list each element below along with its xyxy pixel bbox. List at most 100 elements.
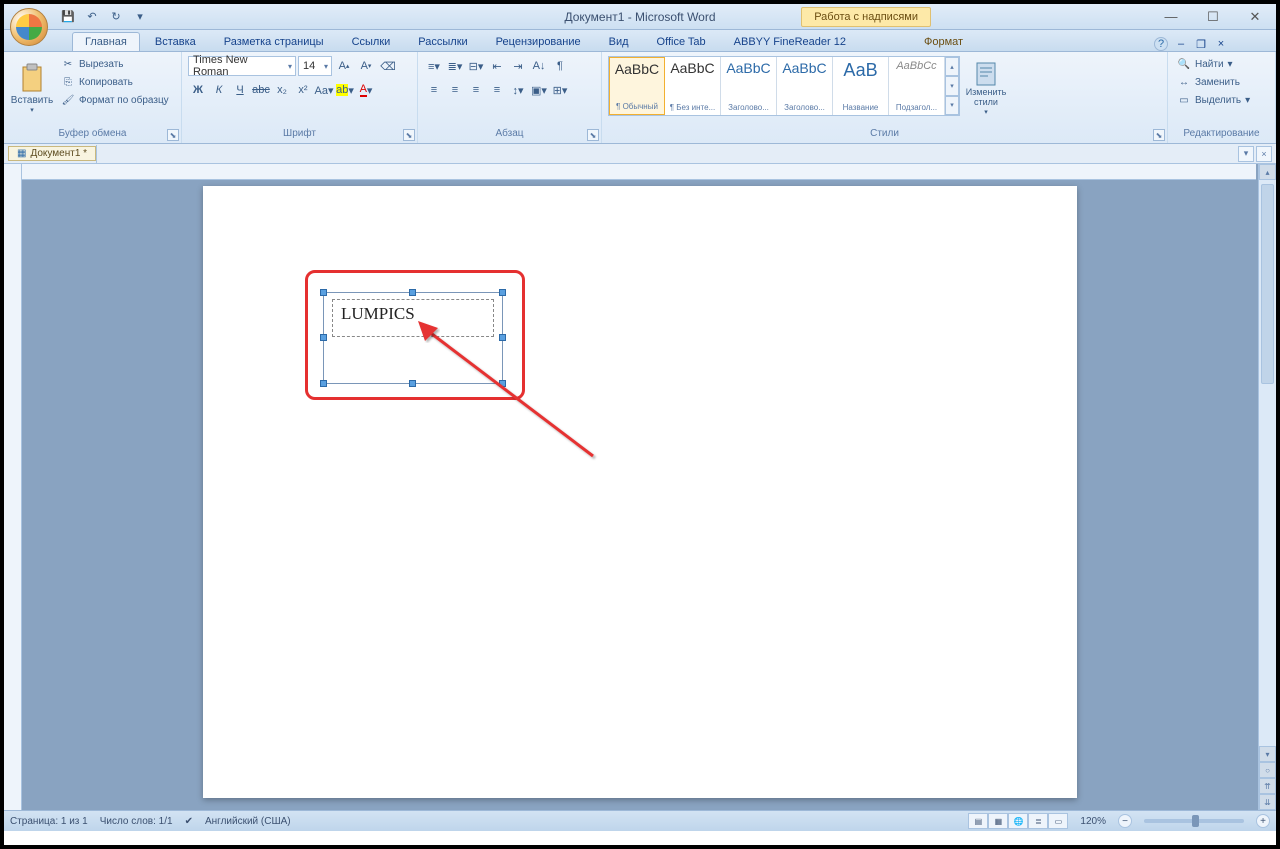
style-normal[interactable]: AaBbC¶ Обычный	[609, 57, 665, 115]
resize-handle[interactable]	[409, 289, 416, 296]
cut-button[interactable]: ✂Вырезать	[58, 56, 172, 72]
mdi-minimize-icon[interactable]: –	[1174, 37, 1188, 51]
draft-view[interactable]: ▭	[1048, 813, 1068, 829]
style-heading2[interactable]: AaBbCЗаголово...	[777, 57, 833, 115]
zoom-slider[interactable]	[1144, 819, 1244, 823]
mdi-close-icon[interactable]: ×	[1214, 37, 1228, 51]
scrollbar-thumb[interactable]	[1261, 184, 1274, 384]
resize-handle[interactable]	[320, 380, 327, 387]
font-color-button[interactable]: A▾	[356, 80, 376, 100]
tab-view[interactable]: Вид	[596, 32, 642, 51]
font-size-combo[interactable]: 14	[298, 56, 332, 76]
prev-page[interactable]: ⇈	[1259, 778, 1276, 794]
tab-home[interactable]: Главная	[72, 32, 140, 51]
word-count[interactable]: Число слов: 1/1	[100, 816, 173, 827]
bold-button[interactable]: Ж	[188, 80, 208, 100]
increase-indent-button[interactable]: ⇥	[508, 56, 528, 76]
styles-launcher[interactable]: ⬊	[1153, 129, 1165, 141]
underline-button[interactable]: Ч	[230, 80, 250, 100]
resize-handle[interactable]	[499, 380, 506, 387]
zoom-level[interactable]: 120%	[1080, 816, 1106, 827]
change-case-button[interactable]: Aa▾	[314, 80, 334, 100]
qat-menu[interactable]: ▾	[130, 7, 150, 27]
align-right-button[interactable]: ≡	[466, 80, 486, 100]
copy-button[interactable]: ⎘Копировать	[58, 74, 172, 90]
web-view[interactable]: 🌐	[1008, 813, 1028, 829]
change-styles-button[interactable]: Изменить стили▾	[964, 56, 1008, 120]
redo-button[interactable]: ↻	[106, 7, 126, 27]
fullscreen-view[interactable]: ▦	[988, 813, 1008, 829]
justify-button[interactable]: ≡	[487, 80, 507, 100]
language-indicator[interactable]: Английский (США)	[205, 816, 291, 827]
ruler-vertical[interactable]	[4, 164, 22, 810]
next-page[interactable]: ⇊	[1259, 794, 1276, 810]
close-button[interactable]: ✕	[1234, 6, 1276, 28]
highlight-button[interactable]: ab▾	[335, 80, 355, 100]
tab-insert[interactable]: Вставка	[142, 32, 209, 51]
resize-handle[interactable]	[320, 334, 327, 341]
find-button[interactable]: 🔍Найти ▾	[1174, 56, 1269, 72]
font-launcher[interactable]: ⬊	[403, 129, 415, 141]
scrollbar-vertical[interactable]: ▴ ▾ ○ ⇈ ⇊	[1258, 164, 1276, 810]
doctab-close[interactable]: ×	[1256, 146, 1272, 162]
page-indicator[interactable]: Страница: 1 из 1	[10, 816, 88, 827]
font-name-combo[interactable]: Times New Roman	[188, 56, 296, 76]
grow-font-button[interactable]: A▴	[334, 56, 354, 76]
tab-format[interactable]: Формат	[911, 32, 976, 51]
gallery-scroll[interactable]: ▴▾▾	[945, 57, 959, 115]
style-title[interactable]: АаВНазвание	[833, 57, 889, 115]
shading-button[interactable]: ▣▾	[529, 80, 549, 100]
ruler-horizontal[interactable]	[22, 164, 1256, 180]
paste-button[interactable]: Вставить▾	[10, 56, 54, 120]
shrink-font-button[interactable]: A▾	[356, 56, 376, 76]
align-center-button[interactable]: ≡	[445, 80, 465, 100]
paragraph-launcher[interactable]: ⬊	[587, 129, 599, 141]
decrease-indent-button[interactable]: ⇤	[487, 56, 507, 76]
style-subtitle[interactable]: AaBbCcПодзагол...	[889, 57, 945, 115]
bullets-button[interactable]: ≡▾	[424, 56, 444, 76]
outline-view[interactable]: ≣	[1028, 813, 1048, 829]
italic-button[interactable]: К	[209, 80, 229, 100]
page[interactable]: LUMPICS	[203, 186, 1077, 798]
subscript-button[interactable]: x₂	[272, 80, 292, 100]
print-layout-view[interactable]: ▤	[968, 813, 988, 829]
tab-review[interactable]: Рецензирование	[483, 32, 594, 51]
style-nospace[interactable]: AaBbC¶ Без инте...	[665, 57, 721, 115]
scroll-up[interactable]: ▴	[1259, 164, 1276, 180]
multilevel-button[interactable]: ⊟▾	[466, 56, 486, 76]
numbering-button[interactable]: ≣▾	[445, 56, 465, 76]
strike-button[interactable]: abc	[251, 80, 271, 100]
undo-button[interactable]: ↶	[82, 7, 102, 27]
document-area[interactable]: LUMPICS	[22, 164, 1258, 810]
tab-refs[interactable]: Ссылки	[339, 32, 404, 51]
doctab-menu[interactable]: ▾	[1238, 146, 1254, 162]
resize-handle[interactable]	[409, 380, 416, 387]
zoom-out-button[interactable]: −	[1118, 814, 1132, 828]
document-tab[interactable]: ▦ Документ1 *	[8, 146, 96, 161]
resize-handle[interactable]	[499, 289, 506, 296]
align-left-button[interactable]: ≡	[424, 80, 444, 100]
style-heading1[interactable]: AaBbCЗаголово...	[721, 57, 777, 115]
office-button[interactable]	[10, 8, 48, 46]
textbox-content[interactable]: LUMPICS	[332, 299, 494, 337]
tab-office[interactable]: Office Tab	[644, 32, 719, 51]
minimize-button[interactable]: —	[1150, 6, 1192, 28]
maximize-button[interactable]: ☐	[1192, 6, 1234, 28]
format-painter-button[interactable]: 🖌Формат по образцу	[58, 92, 172, 108]
zoom-in-button[interactable]: +	[1256, 814, 1270, 828]
tab-layout[interactable]: Разметка страницы	[211, 32, 337, 51]
textbox-shape[interactable]: LUMPICS	[323, 292, 503, 384]
browse-object[interactable]: ○	[1259, 762, 1276, 778]
select-button[interactable]: ▭Выделить ▾	[1174, 92, 1269, 108]
clear-format-button[interactable]: ⌫	[378, 56, 398, 76]
pilcrow-button[interactable]: ¶	[550, 56, 570, 76]
scroll-down[interactable]: ▾	[1259, 746, 1276, 762]
resize-handle[interactable]	[499, 334, 506, 341]
replace-button[interactable]: ↔Заменить	[1174, 74, 1269, 90]
clipboard-launcher[interactable]: ⬊	[167, 129, 179, 141]
superscript-button[interactable]: x²	[293, 80, 313, 100]
tab-mail[interactable]: Рассылки	[405, 32, 480, 51]
tab-abbyy[interactable]: ABBYY FineReader 12	[721, 32, 859, 51]
sort-button[interactable]: A↓	[529, 56, 549, 76]
save-button[interactable]: 💾	[58, 7, 78, 27]
